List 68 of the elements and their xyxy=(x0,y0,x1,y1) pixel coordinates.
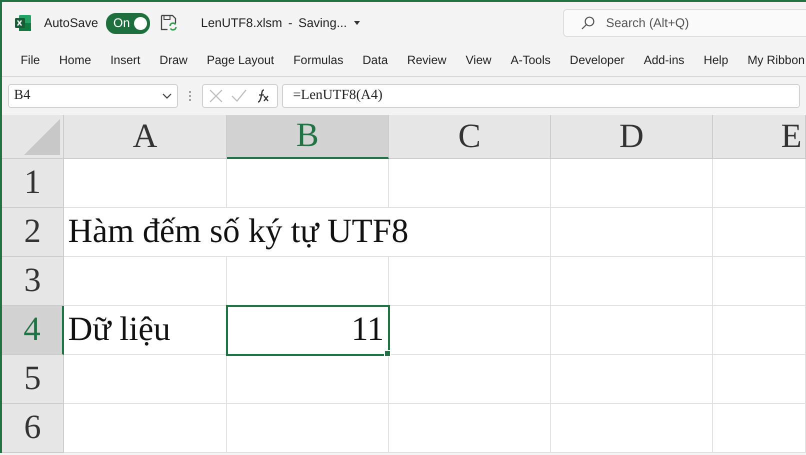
grid-cell[interactable] xyxy=(389,404,551,453)
grid-cell[interactable]: Dữ liệu xyxy=(64,306,227,355)
grid-cell[interactable] xyxy=(551,355,713,404)
row-header[interactable]: 2 xyxy=(2,208,64,257)
grid-cell[interactable] xyxy=(64,355,227,404)
grid-cell[interactable] xyxy=(713,404,806,453)
selected-cell[interactable]: 11 xyxy=(227,306,389,355)
autosave-toggle[interactable]: On xyxy=(106,12,150,34)
grid-cell[interactable] xyxy=(551,257,713,306)
grid-cell[interactable] xyxy=(227,404,389,453)
menu-tab[interactable]: Draw xyxy=(150,53,198,67)
function-icon[interactable] xyxy=(255,88,271,104)
menu-tab[interactable]: File xyxy=(11,53,50,67)
menu-tab[interactable]: Formulas xyxy=(284,53,353,67)
name-box[interactable]: B4 xyxy=(8,84,178,108)
grid-cell[interactable] xyxy=(713,159,806,208)
row-header[interactable]: 1 xyxy=(2,159,64,208)
menu-tab[interactable]: Home xyxy=(50,53,101,67)
menu-tab[interactable]: Insert xyxy=(100,53,150,67)
row-header[interactable]: 4 xyxy=(2,306,64,355)
grid-cell[interactable] xyxy=(713,257,806,306)
menu-tab[interactable]: Data xyxy=(352,53,398,67)
column-header[interactable]: E xyxy=(713,115,806,159)
title-separator: - xyxy=(288,16,292,30)
spreadsheet-app-icon xyxy=(14,14,32,32)
menu-tab[interactable]: Review xyxy=(397,53,456,67)
grid-cell[interactable] xyxy=(713,306,806,355)
save-status: Saving... xyxy=(298,16,347,30)
menu-tab[interactable]: View xyxy=(456,53,501,67)
column-header[interactable]: D xyxy=(551,115,713,159)
grid-cell[interactable] xyxy=(551,208,713,257)
file-name: LenUTF8.xlsm xyxy=(200,16,282,30)
grid-cell[interactable] xyxy=(389,257,551,306)
grid-cell[interactable] xyxy=(64,159,227,208)
grid-cell[interactable] xyxy=(227,355,389,404)
grid-cell[interactable] xyxy=(551,306,713,355)
grid-cell[interactable] xyxy=(389,306,551,355)
grid-cell[interactable] xyxy=(551,159,713,208)
menu-tab[interactable]: Help xyxy=(694,53,738,67)
grid-cell[interactable] xyxy=(713,208,806,257)
column-header[interactable]: C xyxy=(389,115,551,159)
menu-tab[interactable]: A-Tools xyxy=(501,53,560,67)
grid-cell[interactable] xyxy=(389,355,551,404)
search-field[interactable]: Search (Alt+Q) xyxy=(563,9,806,37)
menu-tab[interactable]: Developer xyxy=(560,53,634,67)
checkmark-icon[interactable] xyxy=(231,89,247,103)
caret-icon[interactable] xyxy=(353,20,361,26)
menu-tab[interactable]: Add-ins xyxy=(634,53,694,67)
grid-cell[interactable] xyxy=(713,355,806,404)
row-header[interactable]: 3 xyxy=(2,257,64,306)
autosave-label: AutoSave xyxy=(44,16,98,30)
select-all-corner[interactable] xyxy=(2,115,64,159)
grid-cell[interactable] xyxy=(551,404,713,453)
formula-field[interactable]: =LenUTF8(A4) xyxy=(282,84,800,108)
column-header[interactable]: B xyxy=(227,115,389,159)
grid-cell[interactable] xyxy=(64,257,227,306)
save-icon[interactable] xyxy=(160,14,177,32)
cancel-icon[interactable] xyxy=(209,89,223,103)
row-header[interactable]: 5 xyxy=(2,355,64,404)
grid-cell[interactable] xyxy=(389,159,551,208)
menu-tab[interactable]: My Ribbon xyxy=(738,53,806,67)
grid-cell[interactable] xyxy=(64,404,227,453)
chevron-icon[interactable] xyxy=(162,93,172,99)
row-header[interactable]: 6 xyxy=(2,404,64,453)
menu-tab[interactable]: Page Layout xyxy=(197,53,284,67)
column-header[interactable]: A xyxy=(64,115,227,159)
grid-cell[interactable] xyxy=(227,159,389,208)
drag-handle-icon[interactable] xyxy=(188,89,192,103)
